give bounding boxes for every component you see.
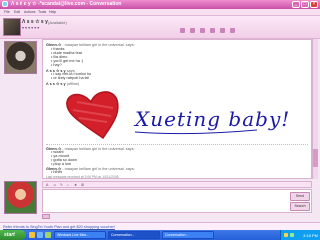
personal-message: ♥ ♥ ♥ ♥ ♥ ♥ (22, 26, 40, 30)
system-tray: 3:18 PM (280, 230, 320, 240)
my-display-picture[interactable] (4, 181, 37, 214)
message-divider (46, 144, 308, 145)
clock: 3:18 PM (303, 232, 318, 238)
menu-file[interactable]: File (4, 10, 10, 14)
taskbar-task-conversation-active[interactable]: Conversation... (108, 231, 160, 239)
title-bar[interactable]: Λ ѕ ℓ є у ☆ -*scandal@live.com - Convers… (0, 0, 320, 9)
call-icon[interactable] (210, 28, 215, 33)
conversation-window: Λ ѕ ℓ є у ☆ -*scandal@live.com - Convers… (0, 0, 320, 230)
contact-display-picture[interactable] (4, 41, 37, 74)
ad-banner[interactable]: Refer friends to SingTel Youth Plan and … (0, 222, 320, 230)
nudge-button[interactable]: ♪ (67, 183, 69, 187)
menu-actions[interactable]: Actions (24, 10, 35, 14)
sender-says: - maayan kelliam girl in the universal. … (62, 147, 135, 151)
contact-header: Λ ѕ ѕ ☆ ѕ у (Available) ♥ ♥ ♥ ♥ ♥ ♥ (0, 16, 320, 39)
menu-help[interactable]: Help (49, 10, 56, 14)
menu-edit[interactable]: Edit (14, 10, 20, 14)
wink-button[interactable]: ★ (74, 183, 77, 187)
menu-bar: File Edit Actions Tools Help (0, 9, 320, 16)
maximize-button[interactable]: □ (301, 1, 309, 8)
send-button[interactable]: Send (290, 192, 310, 201)
handwriting-button[interactable]: ✎ (60, 183, 63, 187)
close-button[interactable]: × (310, 1, 318, 8)
minimize-button[interactable]: _ (292, 1, 300, 8)
message-text: • hay? (51, 63, 62, 67)
invite-icon[interactable] (180, 28, 185, 33)
ad-link[interactable]: Refer friends to SingTel Youth Plan and … (3, 225, 115, 229)
quicklaunch-folder-icon[interactable] (29, 232, 35, 238)
window-title: Λ ѕ ℓ є у ☆ -*scandal@live.com - Convers… (11, 1, 122, 7)
contact-avatar[interactable] (3, 18, 21, 36)
last-received-notice: Last message received at 3:06 PM on 10/1… (46, 174, 119, 179)
background-button[interactable]: ⊞ (81, 183, 84, 187)
conversation-scrollbar[interactable] (312, 39, 318, 179)
taskbar-task-messenger[interactable]: Windows Live Mes... (54, 231, 106, 239)
contact-status: (Available) (48, 19, 67, 25)
message-text: • hihihi (51, 170, 63, 174)
games-icon[interactable] (220, 28, 225, 33)
contact-name: Λ ѕ ѕ ☆ ѕ у (22, 19, 48, 25)
block-icon[interactable] (230, 28, 235, 33)
wink-text: Xueting baby! (133, 107, 290, 131)
messenger-icon (2, 1, 8, 7)
handwriting-mode-icon[interactable] (42, 214, 50, 219)
font-button[interactable]: A (46, 183, 48, 187)
sender-says: - maayan kelliam girl in the universal. … (62, 43, 135, 47)
quicklaunch-messenger-icon[interactable] (45, 232, 51, 238)
menu-tools[interactable]: Tools (38, 10, 46, 14)
message-input[interactable]: Send Search (42, 189, 312, 213)
share-files-icon[interactable] (190, 28, 195, 33)
handwriting-wink: Xueting baby! (66, 91, 290, 140)
message-text: • or ikeiy ratrpoti ha ikil (51, 76, 90, 80)
video-call-icon[interactable] (200, 28, 205, 33)
search-button[interactable]: Search (290, 202, 310, 211)
display-pictures-column (0, 39, 40, 224)
tray-network-icon[interactable] (290, 233, 294, 237)
tray-volume-icon[interactable] (284, 233, 288, 237)
conversation-history[interactable]: Glenn.☆ - maayan kelliam girl in the uni… (42, 39, 312, 179)
input-toolbar: A ☺ ✎ ♪ ★ ⊞ (42, 181, 312, 188)
emoticon-button[interactable]: ☺ (53, 183, 57, 187)
taskbar-task-conversation[interactable]: Conversation... (162, 231, 214, 239)
start-button[interactable]: start (0, 230, 26, 240)
sender-says: - maayan kelliam girl in the universal. … (62, 167, 135, 171)
scrollbar-thumb[interactable] (313, 149, 318, 167)
quicklaunch-ie-icon[interactable] (37, 232, 43, 238)
taskbar: start Windows Live Mes... Conversation..… (0, 230, 320, 240)
